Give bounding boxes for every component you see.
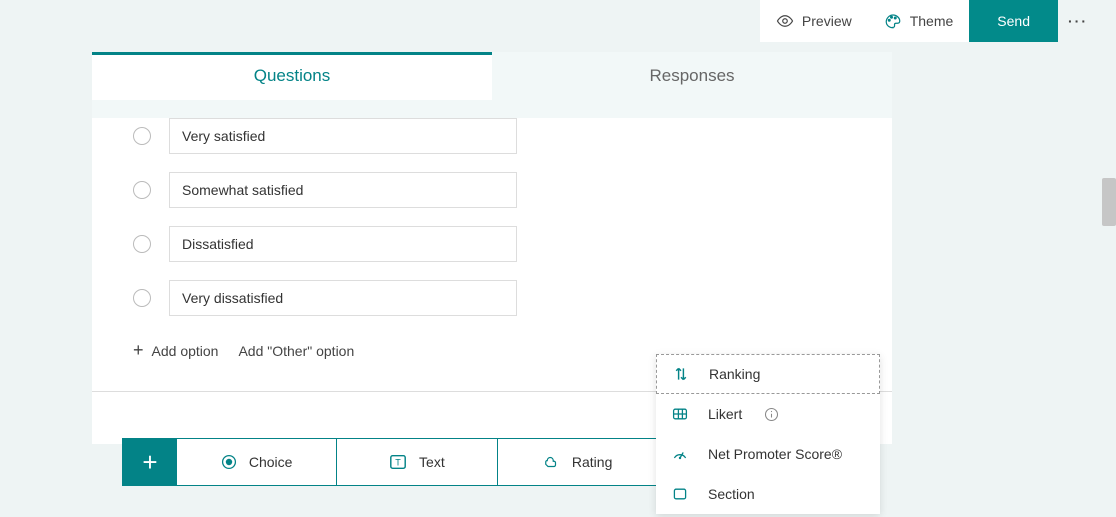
- option-input[interactable]: Somewhat satisfied: [169, 172, 517, 208]
- choice-icon: [221, 454, 237, 470]
- rating-icon: [542, 453, 560, 471]
- type-choice-button[interactable]: Choice: [177, 439, 336, 485]
- send-button[interactable]: Send: [969, 0, 1058, 42]
- preview-icon: [776, 12, 794, 30]
- ellipsis-icon: ···: [1068, 13, 1088, 29]
- likert-icon: [672, 406, 690, 422]
- tab-underline: [92, 52, 492, 55]
- theme-label: Theme: [910, 13, 954, 29]
- radio-icon[interactable]: [133, 289, 151, 307]
- add-other-label: Add "Other" option: [238, 343, 354, 359]
- add-other-button[interactable]: Add "Other" option: [238, 340, 354, 361]
- option-input[interactable]: Dissatisfied: [169, 226, 517, 262]
- plus-icon: +: [142, 447, 157, 478]
- preview-button[interactable]: Preview: [760, 0, 868, 42]
- type-rating-label: Rating: [572, 454, 612, 470]
- send-label: Send: [997, 13, 1030, 29]
- theme-icon: [884, 12, 902, 30]
- menu-item-likert[interactable]: Likert: [656, 394, 880, 434]
- option-input[interactable]: Very satisfied: [169, 118, 517, 154]
- type-text-button[interactable]: T Text: [336, 439, 496, 485]
- type-rating-button[interactable]: Rating: [497, 439, 657, 485]
- option-row: Very satisfied: [127, 118, 857, 154]
- radio-icon[interactable]: [133, 181, 151, 199]
- menu-item-nps-label: Net Promoter Score®: [708, 446, 842, 462]
- option-row: Dissatisfied: [127, 226, 857, 262]
- section-icon: [672, 486, 690, 502]
- nps-icon: [672, 446, 690, 462]
- question-type-menu: Ranking Likert Net Promoter Score® Secti…: [656, 354, 880, 514]
- add-question-button[interactable]: +: [123, 439, 177, 485]
- theme-button[interactable]: Theme: [868, 0, 970, 42]
- svg-text:T: T: [395, 458, 401, 468]
- menu-item-ranking-label: Ranking: [709, 366, 760, 382]
- ranking-icon: [673, 366, 691, 382]
- tab-questions-label: Questions: [254, 66, 331, 86]
- text-icon: T: [389, 453, 407, 471]
- menu-item-section-label: Section: [708, 486, 755, 502]
- tab-responses[interactable]: Responses: [492, 52, 892, 100]
- radio-icon[interactable]: [133, 235, 151, 253]
- add-option-label: Add option: [152, 343, 219, 359]
- option-row: Somewhat satisfied: [127, 172, 857, 208]
- preview-label: Preview: [802, 13, 852, 29]
- menu-item-ranking[interactable]: Ranking: [656, 354, 880, 394]
- tab-responses-label: Responses: [649, 66, 734, 86]
- tab-questions[interactable]: Questions: [92, 52, 492, 100]
- more-button[interactable]: ···: [1058, 0, 1098, 42]
- type-text-label: Text: [419, 454, 445, 470]
- scrollbar-thumb[interactable]: [1102, 178, 1116, 226]
- add-option-button[interactable]: + Add option: [133, 340, 218, 361]
- radio-icon[interactable]: [133, 127, 151, 145]
- option-input[interactable]: Very dissatisfied: [169, 280, 517, 316]
- menu-item-section[interactable]: Section: [656, 474, 880, 514]
- plus-icon: +: [133, 340, 144, 361]
- type-choice-label: Choice: [249, 454, 293, 470]
- menu-item-nps[interactable]: Net Promoter Score®: [656, 434, 880, 474]
- menu-item-likert-label: Likert: [708, 406, 742, 422]
- info-icon[interactable]: [764, 407, 779, 422]
- option-row: Very dissatisfied: [127, 280, 857, 316]
